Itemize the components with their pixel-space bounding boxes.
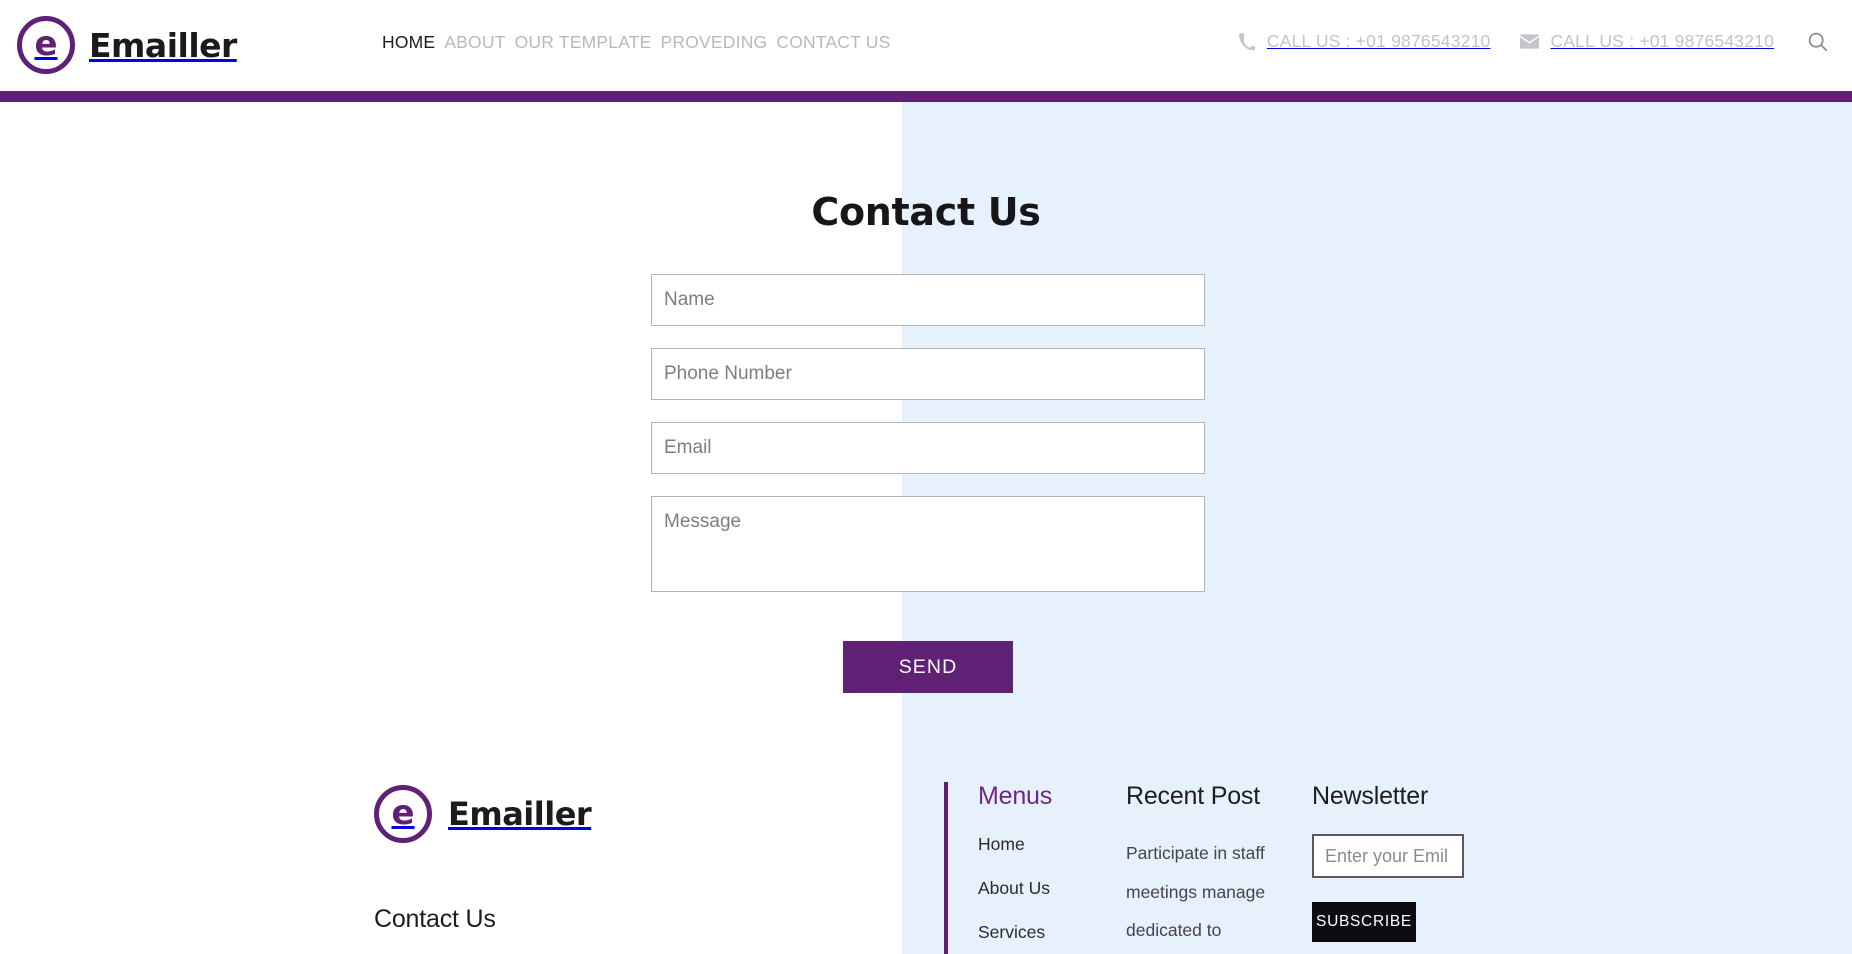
footer-column-menus: Menus Home About Us Services Pages [978,782,1126,954]
logo-letter: e [34,23,58,64]
contact-form [651,274,1205,592]
phone-icon [1237,32,1256,51]
brand-name: Emailler [89,25,237,65]
footer-accent-bar [944,782,948,954]
page-root: e Emailler HOME ABOUT OUR TEMPLATE PROVE… [0,0,1852,954]
footer-logo-letter: e [391,792,415,833]
footer-link-services[interactable]: Services [978,922,1126,943]
footer-link-about-us[interactable]: About Us [978,878,1126,899]
nav-item-our-template[interactable]: OUR TEMPLATE [515,32,652,53]
footer-recent-post-title: Recent Post [1126,782,1260,810]
nav-item-contact-us[interactable]: CONTACT US [776,32,890,53]
subscribe-button[interactable]: SUBSCRIBE [1312,902,1416,942]
logo-icon: e [17,16,75,74]
header-purple-divider [0,91,1852,102]
brand-logo-link[interactable]: e Emailler [17,16,237,74]
email-input[interactable] [651,422,1205,474]
footer-logo-icon: e [374,785,432,843]
main-navigation: HOME ABOUT OUR TEMPLATE PROVEDING CONTAC… [382,32,891,53]
footer-contact-heading: Contact Us [374,905,496,933]
header-email-contact[interactable]: CALL US : +01 9876543210 [1520,31,1774,52]
footer-brand-logo-link[interactable]: e Emailler [374,785,592,843]
envelope-icon [1520,32,1540,51]
footer-menus-title: Menus [978,782,1053,810]
footer-columns: Menus Home About Us Services Pages Recen… [944,782,1542,954]
site-footer: e Emailler Contact Us Menus Home About U… [0,760,1852,954]
footer-recent-post-text: Participate in staff meetings manage ded… [1126,843,1266,940]
send-button[interactable]: SEND [843,641,1013,693]
footer-link-home[interactable]: Home [978,834,1126,855]
phone-input[interactable] [651,348,1205,400]
newsletter-email-input[interactable] [1312,834,1464,878]
site-header: e Emailler HOME ABOUT OUR TEMPLATE PROVE… [0,0,1852,91]
header-phone-contact[interactable]: CALL US : +01 9876543210 [1237,31,1491,52]
header-phone-text: CALL US : +01 9876543210 [1266,30,1491,51]
nav-item-about[interactable]: ABOUT [444,32,505,53]
message-textarea[interactable] [651,496,1205,592]
search-icon[interactable] [1804,28,1830,54]
footer-column-newsletter: Newsletter SUBSCRIBE [1312,782,1542,942]
name-input[interactable] [651,274,1205,326]
header-email-text: CALL US : +01 9876543210 [1550,30,1774,51]
header-contact-area: CALL US : +01 9876543210 CALL US : +01 9… [1237,28,1834,54]
nav-item-home[interactable]: HOME [382,32,435,53]
footer-newsletter-title: Newsletter [1312,782,1429,810]
nav-item-proveding[interactable]: PROVEDING [661,32,768,53]
footer-brand-name: Emailler [448,795,592,833]
footer-column-recent-post: Recent Post Participate in staff meeting… [1126,782,1312,950]
page-title: Contact Us [811,190,1041,234]
